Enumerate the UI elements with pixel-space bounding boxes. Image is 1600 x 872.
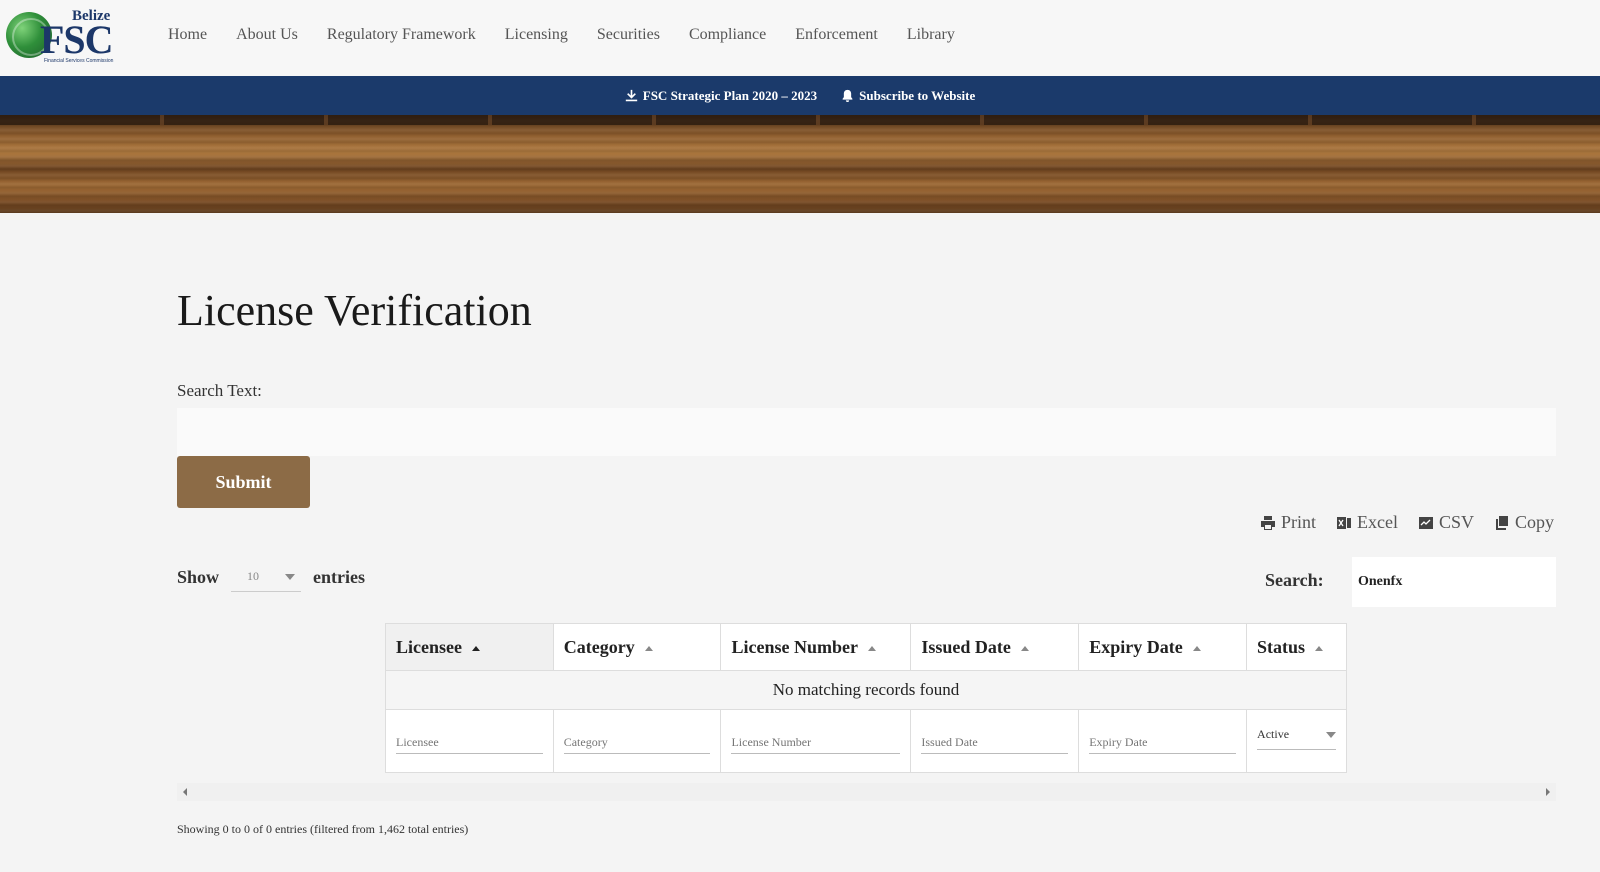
bell-icon <box>842 89 853 102</box>
chevron-down-icon <box>1326 731 1336 738</box>
column-header-label: Licensee <box>396 636 462 657</box>
announcement-bar: FSC Strategic Plan 2020 – 2023 Subscribe… <box>0 76 1600 115</box>
copy-label: Copy <box>1514 512 1554 532</box>
column-header-status[interactable]: Status <box>1246 623 1347 671</box>
search-text-label: Search Text: <box>177 381 262 400</box>
excel-label: Excel <box>1356 512 1398 532</box>
license-number-filter-input[interactable] <box>731 720 901 754</box>
excel-button[interactable]: Excel <box>1336 512 1398 533</box>
excel-icon <box>1336 516 1351 529</box>
printer-icon <box>1260 515 1275 530</box>
copy-button[interactable]: Copy <box>1494 512 1554 533</box>
column-header-license-number[interactable]: License Number <box>720 623 912 671</box>
nav-licensing[interactable]: Licensing <box>505 26 568 44</box>
sort-arrow-icon <box>1020 645 1029 651</box>
subscribe-label: Subscribe to Website <box>859 87 976 103</box>
empty-row: No matching records found <box>385 670 1347 710</box>
issued-date-filter-input[interactable] <box>921 720 1069 754</box>
submit-button[interactable]: Submit <box>177 456 310 508</box>
logo-fsc-text: FSC <box>40 17 114 62</box>
csv-icon <box>1418 516 1433 529</box>
status-filter-select[interactable]: Active <box>1257 720 1336 750</box>
print-button[interactable]: Print <box>1260 512 1316 533</box>
scroll-right-icon[interactable] <box>1546 788 1550 796</box>
show-label: Show <box>177 566 220 587</box>
print-label: Print <box>1280 512 1316 532</box>
filter-cell <box>720 709 912 773</box>
logo-subtitle: Financial Services Commission <box>44 58 114 64</box>
hero-banner-image <box>0 115 1600 213</box>
copy-icon <box>1495 515 1508 530</box>
filter-cell <box>1078 709 1248 773</box>
chevron-down-icon <box>285 573 296 580</box>
column-header-expiry-date[interactable]: Expiry Date <box>1078 623 1248 671</box>
licensee-filter-input[interactable] <box>396 720 543 754</box>
horizontal-scrollbar[interactable] <box>177 783 1556 801</box>
table-search-input[interactable] <box>1352 557 1556 607</box>
entries-label: entries <box>313 566 366 587</box>
sort-arrow-icon <box>1192 645 1201 651</box>
strategic-plan-link[interactable]: FSC Strategic Plan 2020 – 2023 <box>625 88 817 104</box>
top-navigation: Belize FSC Financial Services Commission… <box>0 0 1600 76</box>
column-header-label: Status <box>1257 636 1306 657</box>
column-header-label: Issued Date <box>921 636 1011 657</box>
filter-cell <box>552 709 722 773</box>
main-menu: Home About Us Regulatory Framework Licen… <box>168 26 984 44</box>
entries-select[interactable]: 10 <box>231 562 302 592</box>
table-info-text: Showing 0 to 0 of 0 entries (filtered fr… <box>177 822 469 836</box>
strategic-plan-label: FSC Strategic Plan 2020 – 2023 <box>642 87 818 103</box>
sort-arrow-icon <box>1315 645 1324 651</box>
nav-enforcement[interactable]: Enforcement <box>795 26 878 44</box>
entries-length-control: Show 10 entries <box>177 562 365 592</box>
csv-button[interactable]: CSV <box>1418 512 1474 533</box>
nav-securities[interactable]: Securities <box>597 26 660 44</box>
csv-label: CSV <box>1438 512 1474 532</box>
nav-home[interactable]: Home <box>168 26 207 44</box>
no-records-message: No matching records found <box>385 670 1347 710</box>
column-header-label: Category <box>563 636 635 657</box>
column-header-category[interactable]: Category <box>552 623 722 671</box>
table-search-label: Search: <box>1265 570 1324 590</box>
page-title: License Verification <box>177 286 532 335</box>
fsc-logo[interactable]: Belize FSC Financial Services Commission <box>6 8 124 64</box>
subscribe-link[interactable]: Subscribe to Website <box>841 88 975 104</box>
download-icon <box>625 89 637 102</box>
category-filter-input[interactable] <box>563 720 711 754</box>
nav-regulatory-framework[interactable]: Regulatory Framework <box>327 26 476 44</box>
nav-library[interactable]: Library <box>907 26 955 44</box>
nav-about-us[interactable]: About Us <box>236 26 298 44</box>
status-filter-value: Active <box>1257 727 1290 741</box>
sort-arrow-icon <box>644 645 653 651</box>
filter-cell <box>910 709 1080 773</box>
filter-row: Active <box>385 709 1347 773</box>
search-text-input[interactable] <box>177 408 1556 456</box>
column-header-label: Expiry Date <box>1089 636 1183 657</box>
scroll-left-icon[interactable] <box>183 788 187 796</box>
export-buttons: Print Excel CSV Copy <box>1260 512 1554 533</box>
filter-cell: Active <box>1246 709 1347 773</box>
sort-arrow-icon <box>471 645 480 651</box>
column-header-label: License Number <box>731 636 858 657</box>
nav-compliance[interactable]: Compliance <box>689 26 766 44</box>
filter-cell <box>385 709 554 773</box>
column-header-licensee[interactable]: Licensee <box>385 623 554 671</box>
expiry-date-filter-input[interactable] <box>1089 720 1237 754</box>
entries-select-value: 10 <box>247 569 260 583</box>
license-table: Licensee Category License Number Issued … <box>385 623 1347 773</box>
sort-arrow-icon <box>867 645 876 651</box>
column-header-issued-date[interactable]: Issued Date <box>910 623 1080 671</box>
table-header-row: Licensee Category License Number Issued … <box>385 623 1347 671</box>
